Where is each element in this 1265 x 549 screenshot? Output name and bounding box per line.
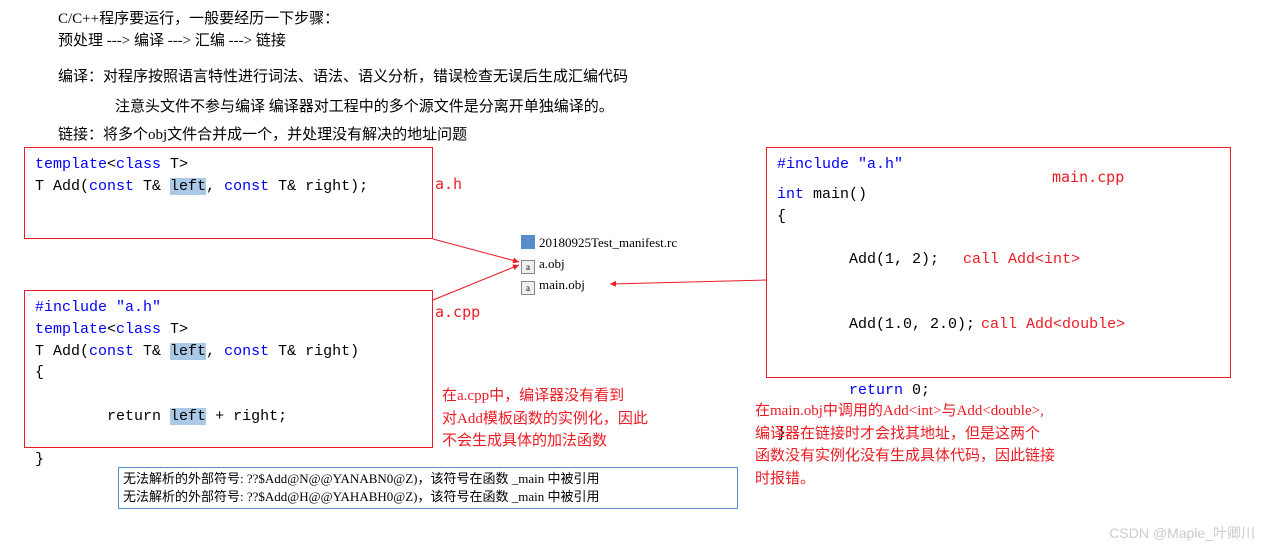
note-main: 在main.obj中调用的Add<int>与Add<double>, 编译器在链… — [755, 400, 1055, 490]
rc-icon — [521, 235, 535, 249]
ah-line1: template<class T> — [35, 154, 422, 176]
ah-line2: T Add(const T& left, const T& right); — [35, 176, 422, 198]
acpp-l3: T Add(const T& left, const T& right) — [35, 341, 422, 363]
err-l2: 无法解析的外部符号: ??$Add@H@@YAHABH0@Z)，该符号在函数 _… — [123, 488, 733, 506]
acpp-l1: #include "a.h" — [35, 297, 422, 319]
err-l1: 无法解析的外部符号: ??$Add@N@@YANABN0@Z)，该符号在函数 _… — [123, 470, 733, 488]
main-l4: Add(1, 2);call Add<int> — [777, 227, 1220, 292]
label-ah: a.h — [435, 175, 462, 193]
main-l5: Add(1.0, 2.0);call Add<double> — [777, 293, 1220, 358]
intro-line-5: 链接：将多个obj文件合并成一个，并处理没有解决的地址问题 — [58, 124, 467, 147]
acpp-l5: return left + right; — [35, 384, 422, 449]
acpp-l4: { — [35, 362, 422, 384]
intro-line-3: 编译：对程序按照语言特性进行词法、语法、语义分析，错误检查无误后生成汇编代码 — [58, 66, 628, 89]
acpp-l2: template<class T> — [35, 319, 422, 341]
file-mainobj: amain.obj — [521, 275, 677, 296]
intro-line-4: 注意头文件不参与编译 编译器对工程中的多个源文件是分离开单独编译的。 — [115, 96, 614, 119]
code-box-acpp: #include "a.h" template<class T> T Add(c… — [24, 290, 433, 448]
intro-line-1: C/C++程序要运行，一般要经历一下步骤： — [58, 8, 339, 31]
watermark: CSDN @Maple_叶卿川 — [1109, 523, 1255, 543]
code-box-maincpp: #include "a.h" int main() { Add(1, 2);ca… — [766, 147, 1231, 378]
error-box: 无法解析的外部符号: ??$Add@N@@YANABN0@Z)，该符号在函数 _… — [118, 467, 738, 509]
file-list: 20180925Test_manifest.rc aa.obj amain.ob… — [521, 233, 677, 295]
main-l1: #include "a.h" — [777, 154, 1220, 176]
obj-icon: a — [521, 281, 535, 295]
obj-icon: a — [521, 260, 535, 274]
main-l3: { — [777, 206, 1220, 228]
main-l2: int main() — [777, 184, 1220, 206]
label-maincpp: main.cpp — [1052, 168, 1124, 186]
note-acpp: 在a.cpp中，编译器没有看到 对Add模板函数的实例化，因此 不会生成具体的加… — [442, 385, 648, 453]
intro-line-2: 预处理 ---> 编译 ---> 汇编 ---> 链接 — [58, 30, 286, 53]
code-box-ah: template<class T> T Add(const T& left, c… — [24, 147, 433, 239]
file-aobj: aa.obj — [521, 254, 677, 275]
label-acpp: a.cpp — [435, 303, 480, 321]
file-rc: 20180925Test_manifest.rc — [521, 233, 677, 254]
